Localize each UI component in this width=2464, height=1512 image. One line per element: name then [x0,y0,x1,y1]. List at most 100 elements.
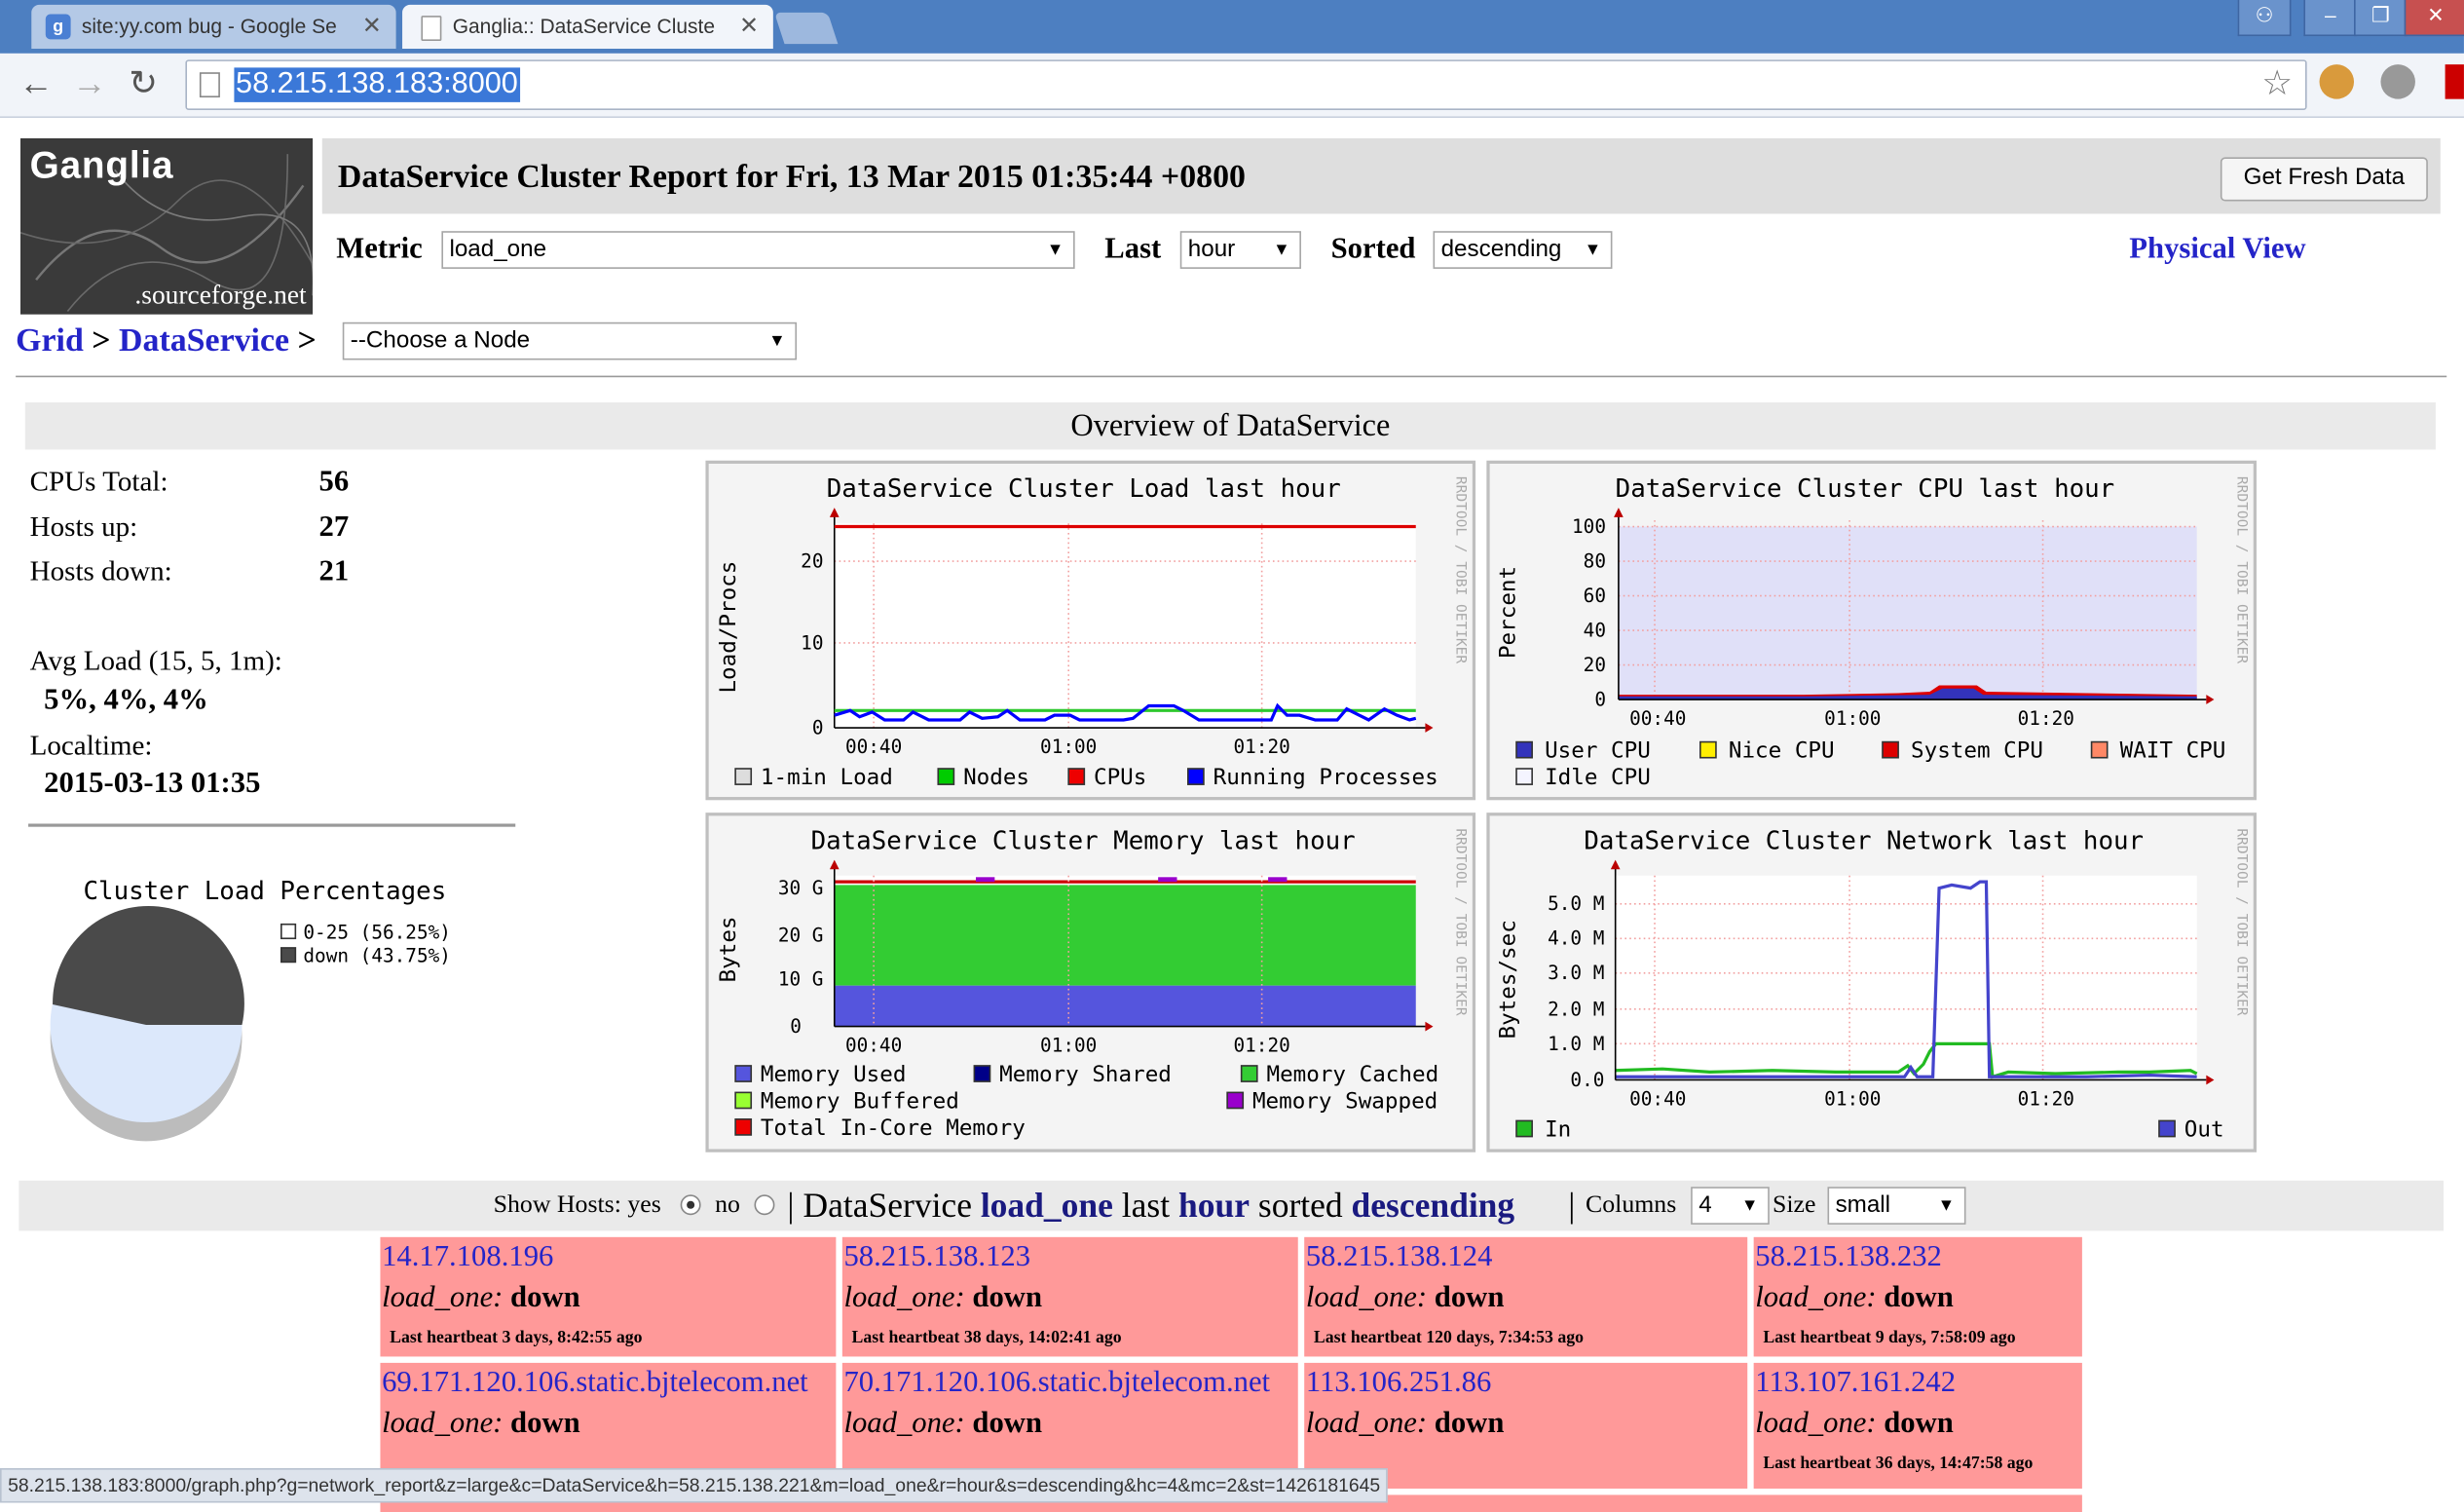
chevron-down-icon: ▼ [1046,240,1064,260]
globe-extension-icon[interactable] [2380,64,2415,99]
legend-memory-swapped: Memory Swapped [1252,1089,1437,1115]
restore-icon[interactable]: ❐ [2354,0,2408,37]
localtime-value: 2015-03-13 01:35 [44,767,261,801]
y-tick: 3.0 M [1548,962,1604,984]
host-cell[interactable]: 58.215.138.232 load_one: down Last heart… [1753,1236,2082,1357]
breadcrumb-cluster-link[interactable]: DataService [119,321,289,359]
legend-swatch [973,1065,991,1082]
host-cell[interactable]: 113.107.161.242 load_one: down Last hear… [1753,1362,2082,1489]
cpus-total-value: 56 [318,465,350,499]
last-label: Last [1104,232,1162,266]
legend-swatch [1515,740,1533,759]
x-tick: 01:00 [1824,1087,1881,1110]
host-name-link[interactable]: 113.107.161.242 [1755,1366,1956,1400]
legend-swatch [734,768,753,785]
menu-icon[interactable] [2445,64,2464,99]
metric-select[interactable]: load_one ▼ [441,231,1075,269]
breadcrumb: Grid > DataService > [16,321,317,359]
host-name-link[interactable]: 58.215.138.123 [843,1240,1030,1274]
graph-title: DataService Cluster Network last hour [1584,826,2144,855]
x-tick: 01:20 [1233,736,1289,758]
address-bar[interactable]: 58.215.138.183:8000 ☆ [185,59,2307,110]
x-tick: 01:20 [2018,1087,2074,1110]
summary-word-sorted: sorted [1257,1185,1343,1225]
tab-label: site:yy.com bug - Google Se [81,14,337,38]
show-hosts-yes-radio[interactable] [680,1194,701,1216]
cluster-network-graph[interactable]: DataService Cluster Network last hour RR… [1486,813,2257,1153]
pie-legend-0-25: 0-25 (56.25%) [303,921,451,943]
host-metric-value: down [1884,1281,1954,1314]
tab-ganglia[interactable]: Ganglia:: DataService Cluste ✕ [402,4,773,50]
cookie-extension-icon[interactable] [2319,64,2355,99]
legend-memory-used: Memory Used [761,1062,907,1087]
tab-google-search[interactable]: g site:yy.com bug - Google Se ✕ [31,4,396,50]
show-hosts-no-radio[interactable] [754,1194,775,1216]
range-select[interactable]: hour ▼ [1179,231,1301,269]
google-icon: g [45,14,71,40]
close-icon[interactable]: ✕ [362,5,382,49]
plot-area-idle-cpu [1618,526,2197,700]
minimize-icon[interactable]: – [2303,0,2358,37]
user-icon[interactable]: ⚇ [2237,0,2292,37]
sort-select[interactable]: descending ▼ [1433,231,1613,269]
breadcrumb-separator: > [92,321,111,359]
x-tick: 01:00 [1040,1034,1097,1056]
legend-in: In [1545,1117,1571,1143]
host-name-link[interactable]: 69.171.120.106.static.bjtelecom.net [382,1366,808,1400]
host-name-link[interactable]: 58.215.138.232 [1755,1240,1942,1274]
bookmark-star-icon[interactable]: ☆ [2261,63,2293,104]
ganglia-logo[interactable]: Ganglia .sourceforge.net [19,137,314,315]
rrdtool-watermark: RRDTOOL / TOBI OETIKER [2234,828,2250,1016]
legend-swatch [1699,740,1717,759]
pie-legend-swatch-down [280,947,297,964]
host-cell[interactable]: 58.215.138.123 load_one: down Last heart… [841,1236,1298,1357]
host-name-link[interactable]: 113.106.251.86 [1306,1366,1491,1400]
new-tab-button[interactable] [774,12,839,45]
host-name-link[interactable]: 14.17.108.196 [382,1240,553,1274]
x-tick: 00:40 [845,1034,902,1056]
size-label: Size [1773,1191,1816,1219]
y-tick: 5.0 M [1548,892,1604,915]
cluster-cpu-graph[interactable]: DataService Cluster CPU last hour RRDTOO… [1486,460,2257,801]
size-select[interactable]: small ▼ [1827,1187,1966,1225]
host-cell[interactable]: 14.17.108.196 load_one: down Last heartb… [380,1236,837,1357]
legend-system-cpu: System CPU [1911,738,2043,764]
node-select[interactable]: --Choose a Node ▼ [342,321,798,360]
physical-view-link[interactable]: Physical View [2129,233,2305,267]
host-cell[interactable]: 58.215.138.124 load_one: down Last heart… [1304,1236,1748,1357]
cluster-load-graph[interactable]: DataService Cluster Load last hour RRDTO… [705,460,1476,801]
host-name-link[interactable]: 70.171.120.106.static.bjtelecom.net [843,1366,1270,1400]
legend-swatch [2090,740,2109,759]
url-text[interactable]: 58.215.138.183:8000 [234,67,520,102]
back-arrow-icon[interactable]: ← [19,63,53,104]
y-tick: 80 [1584,549,1606,572]
page-title: DataService Cluster Report for Fri, 13 M… [337,157,1247,196]
columns-select[interactable]: 4 ▼ [1691,1187,1770,1225]
breadcrumb-separator: > [297,321,317,359]
graph-title: DataService Cluster Memory last hour [811,826,1356,855]
y-tick: 2.0 M [1548,998,1604,1020]
range-select-value: hour [1187,236,1236,263]
y-axis-label: Bytes [716,916,741,982]
report-header: DataService Cluster Report for Fri, 13 M… [321,137,2441,214]
window-close-icon[interactable]: ✕ [2404,0,2464,37]
y-tick: 20 [801,549,823,572]
breadcrumb-grid-link[interactable]: Grid [16,321,84,359]
close-icon[interactable]: ✕ [739,5,759,49]
host-name-link[interactable]: 58.215.138.124 [1306,1240,1493,1274]
cluster-memory-graph[interactable]: DataService Cluster Memory last hour RRD… [705,813,1476,1153]
reload-icon[interactable]: ↻ [129,63,158,104]
metric-label: Metric [336,232,423,266]
host-heartbeat: Last heartbeat 38 days, 14:02:41 ago [851,1328,1122,1347]
y-tick: 60 [1584,585,1606,607]
legend-total-in-core-memory: Total In-Core Memory [761,1115,1026,1141]
legend-swatch [1515,768,1533,785]
forward-arrow-icon[interactable]: → [72,63,106,104]
cluster-load-pie[interactable]: Cluster Load Percentages 0-25 (56.25%) d… [31,864,503,1163]
x-tick: 00:40 [845,736,902,758]
legend-swatch [734,1065,753,1082]
host-metric-name: load_one: [1305,1407,1428,1440]
hosts-up-value: 27 [318,510,350,545]
graph-title: DataService Cluster Load last hour [827,474,1341,504]
get-fresh-data-button[interactable]: Get Fresh Data [2220,157,2428,202]
